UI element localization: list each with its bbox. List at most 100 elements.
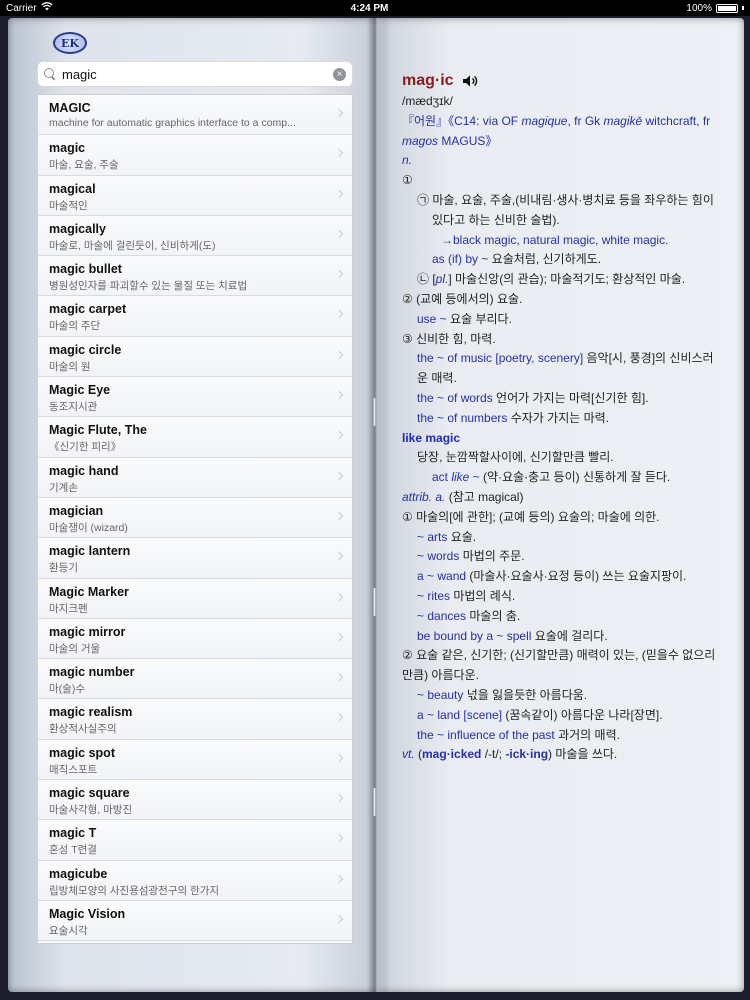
list-item-definition: 기계손 (49, 481, 78, 494)
list-item-term: magic spot (49, 745, 115, 760)
list-item[interactable]: magic carpet 마술의 주단 (38, 296, 352, 337)
example-english: ~ words (417, 549, 460, 564)
list-item[interactable]: MAGIC machine for automatic graphics inte… (38, 95, 352, 136)
idiom-definition: 당장, 눈깜짝할사이에, 신기할만큼 빨리. (417, 450, 614, 465)
example-english: ~ (469, 470, 480, 485)
list-item-term: magically (49, 221, 106, 236)
idiom: like magic (402, 430, 461, 445)
cross-reference-text[interactable]: black magic, natural magic, white magic. (453, 233, 668, 247)
pos-label: vt. (402, 747, 415, 762)
cross-reference[interactable]: →black magic, natural magic, white magic… (402, 231, 722, 251)
sense-1b: ㉡ [pl.] 마술신앙(의 관습); 마술적기도; 환상적인 마술. (402, 270, 722, 290)
example: a ~ wand (마술사·요술사·요정 등이) 쓰는 요술지팡이. (402, 567, 722, 587)
sense-text: ㉡ [ (417, 272, 436, 287)
list-item[interactable]: Magic Vision 요술시각 (38, 900, 352, 942)
list-item[interactable]: magic mirror 마술의 거울 (38, 618, 352, 660)
example-korean: 마술의 춤. (466, 608, 521, 623)
list-item[interactable]: Magic Eye 동조지시관 (38, 377, 352, 418)
list-item-definition: 마술사각형, 마방진 (49, 804, 133, 817)
list-item[interactable]: magical 마술적인 (38, 175, 352, 216)
etymology-word: magos (402, 133, 439, 148)
list-item-definition: 마술의 거울 (49, 642, 101, 655)
example: use ~ 요술 부리다. (402, 310, 722, 330)
sense-3: ③ 신비한 힘, 마력. (402, 331, 496, 346)
example: ~ arts 요술. (402, 528, 722, 548)
list-item[interactable]: magic T 혼성 T련결 (38, 820, 352, 861)
list-item-term: magic carpet (49, 302, 127, 317)
list-item[interactable]: magic spot 매직스포트 (38, 739, 352, 781)
battery-percent: 100% (686, 2, 712, 14)
verb-korean: 마술을 쓰다. (552, 747, 618, 762)
list-item-term: Magic Marker (49, 584, 129, 599)
list-item[interactable]: magic square 마술사각형, 마방진 (38, 780, 352, 821)
verb-form: -ick·ing (505, 747, 549, 762)
example-korean: 넋을 잃을듯한 아름다움. (463, 687, 588, 702)
spine-stitch (373, 588, 376, 616)
list-item-definition: 환등기 (49, 562, 78, 575)
example-korean: 요술에 걸리다. (531, 628, 608, 643)
example-korean: 요술. (447, 529, 477, 544)
example-korean: (꿈속같이) 아름다운 나라[장면]. (502, 707, 663, 722)
list-item-definition: machine for automatic graphics interface… (49, 117, 296, 129)
battery-tip (742, 6, 744, 10)
app-logo[interactable]: EK (53, 32, 87, 54)
list-item-definition: 마술의 원 (49, 360, 91, 373)
example-english: be bound by a ~ spell (417, 628, 532, 643)
etymology: 『어원』《C14: via OF magique, fr Gk magikē w… (402, 112, 722, 152)
example: as (if) by ~ 요술처럼, 신기하게도. (402, 250, 722, 270)
example-korean: 마법의 례식. (450, 588, 516, 603)
speaker-icon[interactable] (462, 74, 480, 88)
list-item-definition: 동조지시관 (49, 401, 98, 414)
list-item[interactable]: magic circle 마술의 원 (38, 336, 352, 378)
list-item[interactable]: magic bullet 병원성인자를 파괴할수 있는 물질 또는 치료법 (38, 256, 352, 297)
list-item-term: magic hand (49, 463, 119, 478)
entry-headword: mag·ic (402, 72, 454, 89)
list-item-term: Magic Vision (49, 906, 126, 921)
example-english: the ~ of numbers (417, 410, 508, 425)
adj-sense-1: ① 마술의[에 관한]; (교예 등의) 요술의; 마술에 의한. (402, 509, 660, 524)
list-item-definition: 마지크펜 (49, 602, 88, 615)
example-english: the ~ of music [poetry, scenery] (417, 351, 584, 366)
list-item[interactable]: magicube 립방체모양의 사진용섬광전구의 한가지 (38, 860, 352, 901)
list-item[interactable]: magician 마술쟁이 (wizard) (38, 497, 352, 539)
sense-text: ] 마술신앙(의 관습); 마술적기도; 환상적인 마술. (448, 272, 686, 287)
example-korean: 수자가 가지는 마력. (507, 410, 610, 425)
list-item[interactable]: magic hand 기계손 (38, 457, 352, 498)
battery-icon (716, 3, 738, 13)
example: the ~ of numbers 수자가 가지는 마력. (402, 409, 722, 429)
list-item[interactable]: magic number 마(술)수 (38, 659, 352, 700)
list-item-definition: 환상적사실주의 (49, 723, 117, 736)
list-item-term: magic number (49, 665, 135, 680)
list-item-term: Magic Eye (49, 383, 111, 398)
list-item-term: MAGIC (49, 101, 91, 115)
list-item-term: magicube (49, 866, 108, 881)
list-item[interactable]: magically 마술로, 마술에 걸린듯이, 신비하게(도) (38, 215, 352, 257)
example: ~ beauty 넋을 잃을듯한 아름다움. (402, 686, 722, 706)
search-bar[interactable]: × (37, 61, 353, 87)
list-item-term: magician (49, 503, 104, 518)
results-list[interactable]: MAGIC machine for automatic graphics inte… (37, 94, 353, 944)
wifi-icon (40, 2, 53, 14)
list-item-definition: 마술의 주단 (49, 320, 101, 333)
list-item[interactable]: magic 마술, 요술, 주술 (38, 135, 352, 176)
attributive-label: attrib. a. (참고 magical) (402, 488, 722, 508)
example: the ~ of music [poetry, scenery] 음악[시, 풍… (402, 349, 722, 389)
etymology-text: 《C14: via OF (448, 113, 522, 128)
list-item-term: magic realism (49, 705, 133, 720)
sense-1: ① (402, 173, 413, 188)
list-item[interactable]: magic realism 환상적사실주의 (38, 699, 352, 740)
list-item-term: magic mirror (49, 624, 126, 639)
search-input[interactable] (62, 66, 333, 82)
list-item-term: magic lantern (49, 544, 131, 559)
list-item[interactable]: magic lantern 환등기 (38, 538, 352, 579)
example-english: a ~ wand (417, 569, 467, 584)
clear-search-icon[interactable]: × (333, 67, 346, 81)
etymology-text: witchcraft, fr (642, 113, 711, 128)
plural-label: pl. (435, 272, 449, 287)
list-item[interactable]: Magic Marker 마지크펜 (38, 578, 352, 619)
example: be bound by a ~ spell 요술에 걸리다. (402, 627, 722, 647)
spine-stitch (373, 788, 376, 816)
example-korean: 과거의 매력. (554, 727, 620, 742)
list-item[interactable]: Magic Flute, The 《신기한 피리》 (38, 417, 352, 458)
verb-text: ( (414, 747, 423, 762)
